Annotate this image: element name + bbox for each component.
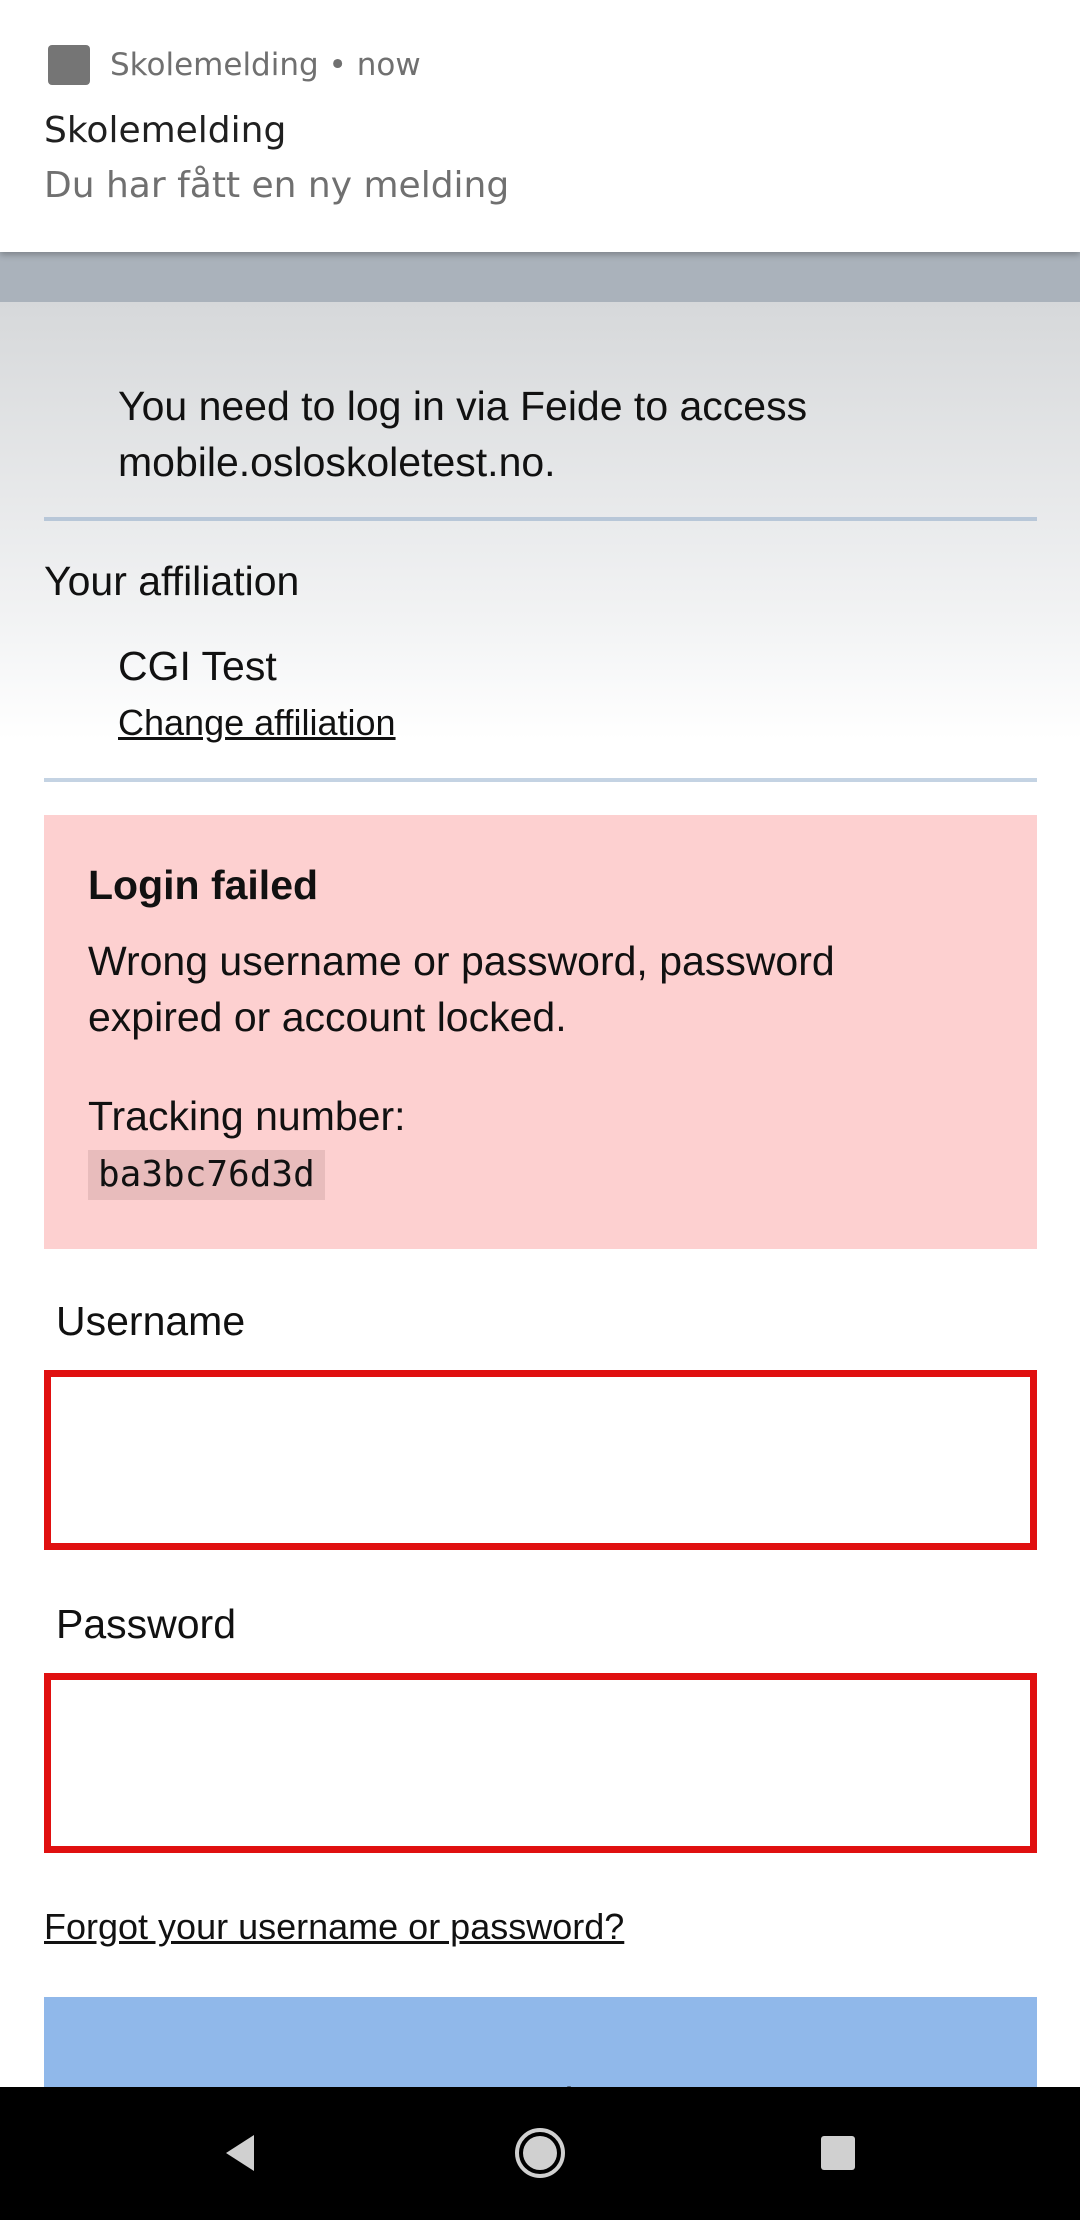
notification-card[interactable]: Skolemelding • now Skolemelding Du har f… xyxy=(0,0,1080,252)
error-message-line-2: expired or account locked. xyxy=(88,994,567,1040)
screen: You need to log in via Feide to access m… xyxy=(0,0,1080,2220)
intro-line-1: You need to log in via Feide to access xyxy=(118,383,808,429)
error-message-line-1: Wrong username or password, password xyxy=(88,938,835,984)
intro-line-2: mobile.osloskoletest.no. xyxy=(118,439,556,485)
tracking-number-label: Tracking number: xyxy=(88,1093,406,1139)
notification-time: now xyxy=(356,47,421,83)
change-affiliation-link[interactable]: Change affiliation xyxy=(118,700,396,746)
home-circle-icon[interactable] xyxy=(500,2113,580,2193)
username-field[interactable] xyxy=(44,1370,1037,1550)
notification-separator: • xyxy=(328,47,347,83)
login-error-box: Login failed Wrong username or password,… xyxy=(44,815,1037,1249)
navigation-bar xyxy=(0,2087,1080,2220)
notification-title: Skolemelding xyxy=(44,110,287,151)
login-page: You need to log in via Feide to access m… xyxy=(0,0,1080,2087)
error-title: Login failed xyxy=(88,862,319,908)
tracking-number-code: ba3bc76d3d xyxy=(88,1150,325,1200)
notification-app-name: Skolemelding xyxy=(110,47,319,83)
password-label: Password xyxy=(56,1601,237,1647)
error-message: Wrong username or password, password exp… xyxy=(88,933,988,1045)
notification-body: Du har fått en ny melding xyxy=(44,165,510,206)
username-label: Username xyxy=(56,1298,246,1344)
recents-square-icon[interactable] xyxy=(798,2113,878,2193)
page-header-bar xyxy=(0,250,1080,302)
login-intro-text: You need to log in via Feide to access m… xyxy=(118,378,1018,490)
affiliation-name: CGI Test xyxy=(118,643,277,689)
affiliation-label: Your affiliation xyxy=(44,558,300,604)
password-field[interactable] xyxy=(44,1673,1037,1853)
divider xyxy=(44,517,1037,521)
divider xyxy=(44,778,1037,782)
app-icon xyxy=(48,45,90,85)
notification-header: Skolemelding • now xyxy=(110,45,421,85)
forgot-credentials-link[interactable]: Forgot your username or password? xyxy=(44,1904,624,1950)
back-triangle-icon[interactable] xyxy=(202,2113,282,2193)
login-button[interactable]: Log in xyxy=(44,1997,1037,2087)
